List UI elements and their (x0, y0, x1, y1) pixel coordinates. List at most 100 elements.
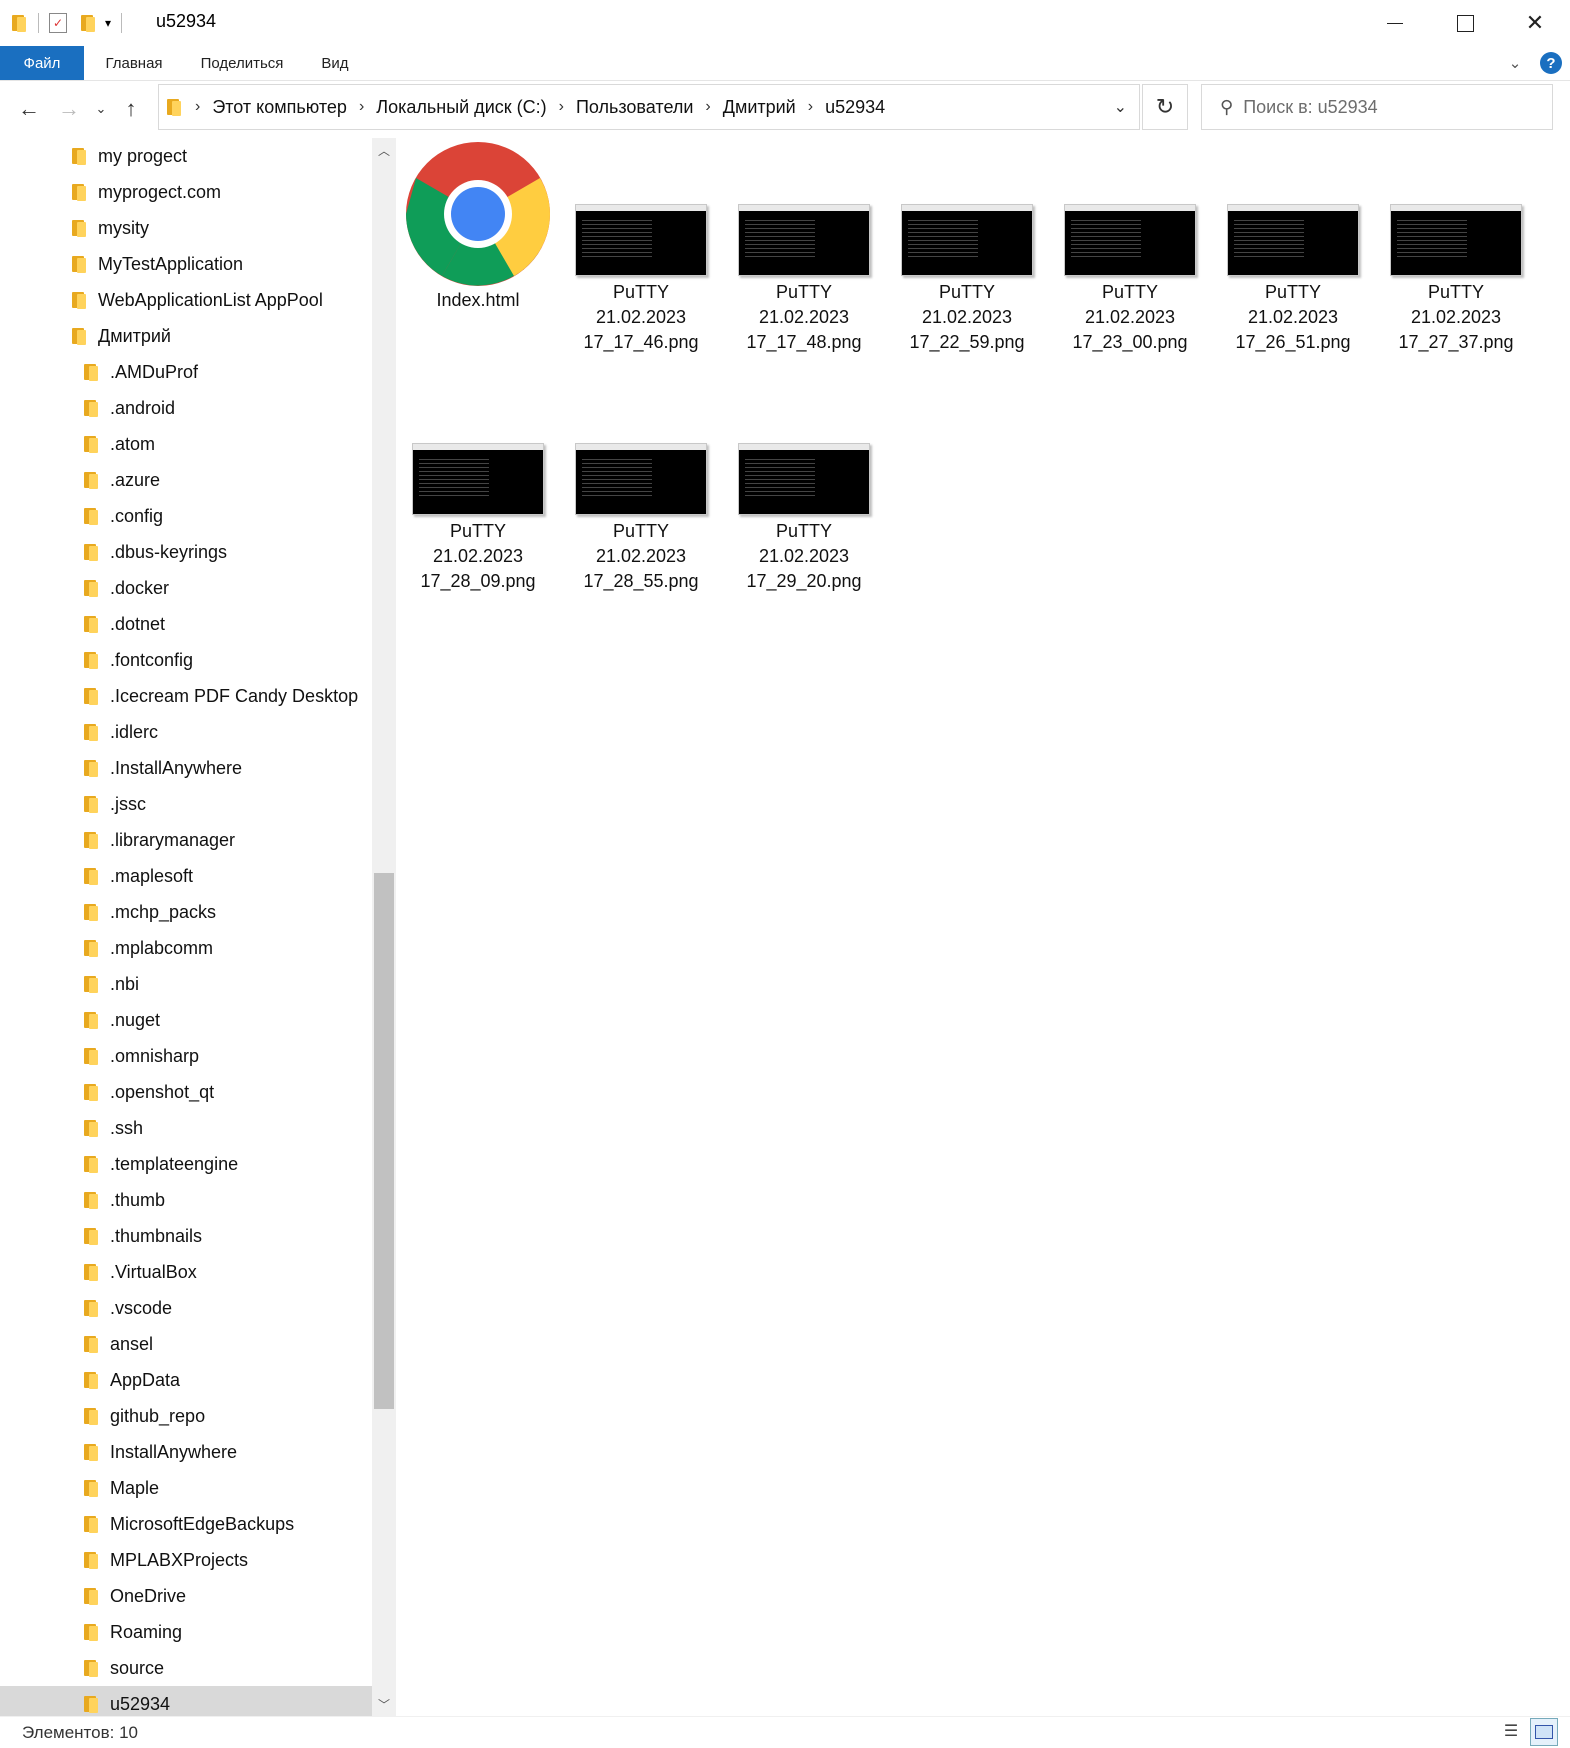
breadcrumb-user[interactable]: Дмитрий (723, 97, 796, 118)
tree-item[interactable]: MyTestApplication (70, 246, 372, 282)
file-item[interactable]: PuTTY 21.02.2023 17_23_00.png (1056, 150, 1204, 355)
tree-item[interactable]: .librarymanager (82, 822, 372, 858)
tree-item[interactable]: .azure (82, 462, 372, 498)
forward-button[interactable]: → (54, 92, 84, 126)
file-item[interactable]: PuTTY 21.02.2023 17_28_55.png (567, 443, 715, 594)
tree-item[interactable]: u52934 (0, 1686, 372, 1716)
chevron-right-icon[interactable]: › (705, 98, 710, 116)
tree-item[interactable]: .fontconfig (82, 642, 372, 678)
chevron-right-icon[interactable]: › (808, 98, 813, 116)
tree-item-label: github_repo (110, 1405, 206, 1426)
tree-item[interactable]: .InstallAnywhere (82, 750, 372, 786)
tree-item[interactable]: .thumbnails (82, 1218, 372, 1254)
breadcrumb-users[interactable]: Пользователи (576, 97, 693, 118)
tree-item[interactable]: .docker (82, 570, 372, 606)
tree-item[interactable]: .dotnet (82, 606, 372, 642)
tree-item[interactable]: .omnisharp (82, 1038, 372, 1074)
file-item[interactable]: PuTTY 21.02.2023 17_26_51.png (1219, 150, 1367, 355)
scroll-up-icon[interactable]: ︿ (372, 138, 396, 162)
file-item[interactable]: PuTTY 21.02.2023 17_28_09.png (404, 443, 552, 594)
close-button[interactable]: ✕ (1500, 0, 1570, 46)
tree-item[interactable]: .nuget (82, 1002, 372, 1038)
recent-locations-button[interactable]: ⌄ (86, 92, 116, 126)
tree-item[interactable]: .vscode (82, 1290, 372, 1326)
tree-item[interactable]: .dbus-keyrings (82, 534, 372, 570)
tree-item[interactable]: .mplabcomm (82, 930, 372, 966)
up-button[interactable]: ↑ (116, 92, 146, 126)
breadcrumb-current[interactable]: u52934 (825, 97, 885, 118)
maximize-button[interactable] (1430, 0, 1500, 46)
scroll-down-icon[interactable]: ﹀ (372, 1692, 396, 1716)
tree-item[interactable]: .android (82, 390, 372, 426)
tree-item[interactable]: .templateengine (82, 1146, 372, 1182)
tree-item[interactable]: .thumb (82, 1182, 372, 1218)
breadcrumb-local-disk[interactable]: Локальный диск (C:) (376, 97, 546, 118)
chevron-down-icon[interactable]: ▾ (105, 16, 111, 30)
details-view-button[interactable]: ☰ (1498, 1718, 1524, 1744)
tree-item[interactable]: MPLABXProjects (82, 1542, 372, 1578)
tree-item[interactable]: Roaming (82, 1614, 372, 1650)
tree-item[interactable]: AppData (82, 1362, 372, 1398)
properties-icon[interactable]: ✓ (49, 13, 67, 33)
tree-item[interactable]: .nbi (82, 966, 372, 1002)
tree-item[interactable]: .ssh (82, 1110, 372, 1146)
file-item[interactable]: Index.html (404, 140, 552, 313)
tree-item[interactable]: my progect (70, 138, 372, 174)
file-item[interactable]: PuTTY 21.02.2023 17_29_20.png (730, 443, 878, 594)
file-item[interactable]: PuTTY 21.02.2023 17_17_46.png (567, 150, 715, 355)
tab-file[interactable]: Файл (0, 46, 84, 80)
chevron-right-icon[interactable]: › (359, 98, 364, 116)
folder-icon (82, 1550, 100, 1570)
help-button[interactable]: ? (1534, 46, 1568, 80)
scrollbar-thumb[interactable] (374, 873, 394, 1409)
file-name: PuTTY (775, 521, 832, 541)
file-item[interactable]: PuTTY 21.02.2023 17_27_37.png (1382, 150, 1530, 355)
refresh-button[interactable]: ↻ (1142, 84, 1188, 130)
tree-item[interactable]: Дмитрий (70, 318, 372, 354)
tree-item[interactable]: source (82, 1650, 372, 1686)
tree-item[interactable]: InstallAnywhere (82, 1434, 372, 1470)
tree-item-label: .templateengine (110, 1153, 239, 1174)
tree-item[interactable]: .openshot_qt (82, 1074, 372, 1110)
nav-scrollbar[interactable]: ︿ ﹀ (372, 138, 396, 1716)
tree-item[interactable]: MicrosoftEdgeBackups (82, 1506, 372, 1542)
tree-item[interactable]: .AMDuProf (82, 354, 372, 390)
tree-item[interactable]: WebApplicationList AppPool (70, 282, 372, 318)
large-icons-view-button[interactable] (1530, 1718, 1558, 1746)
back-button[interactable]: ← (14, 92, 44, 126)
tree-item[interactable]: OneDrive (82, 1578, 372, 1614)
expand-ribbon-icon[interactable]: ⌄ (1500, 46, 1530, 80)
search-input[interactable]: Поиск в: u52934 (1243, 97, 1378, 118)
tree-item[interactable]: ansel (82, 1326, 372, 1362)
breadcrumb-this-pc[interactable]: Этот компьютер (212, 97, 347, 118)
tab-share[interactable]: Поделиться (184, 46, 300, 80)
address-dropdown-icon[interactable]: ⌄ (1114, 97, 1127, 117)
tree-item[interactable]: .VirtualBox (82, 1254, 372, 1290)
folder-icon[interactable] (10, 13, 28, 33)
tree-item[interactable]: .jssc (82, 786, 372, 822)
new-folder-icon[interactable] (79, 13, 97, 33)
tree-item[interactable]: .Icecream PDF Candy Desktop (82, 678, 372, 714)
file-name: 21.02.2023 (921, 307, 1013, 327)
search-box[interactable]: ⚲ Поиск в: u52934 (1201, 84, 1553, 130)
address-bar[interactable]: › Этот компьютер › Локальный диск (C:) ›… (158, 84, 1140, 130)
tree-item-label: .fontconfig (110, 649, 194, 670)
file-item[interactable]: PuTTY 21.02.2023 17_22_59.png (893, 150, 1041, 355)
tree-item[interactable]: mysity (70, 210, 372, 246)
tree-item[interactable]: .config (82, 498, 372, 534)
tree-item[interactable]: Maple (82, 1470, 372, 1506)
tree-item[interactable]: .idlerc (82, 714, 372, 750)
tree-item[interactable]: .maplesoft (82, 858, 372, 894)
tree-item[interactable]: .atom (82, 426, 372, 462)
window-title: u52934 (156, 11, 217, 31)
tree-item[interactable]: .mchp_packs (82, 894, 372, 930)
tab-home[interactable]: Главная (94, 46, 174, 80)
file-name: 21.02.2023 (1247, 307, 1339, 327)
file-item[interactable]: PuTTY 21.02.2023 17_17_48.png (730, 150, 878, 355)
chevron-right-icon[interactable]: › (559, 98, 564, 116)
minimize-button[interactable] (1360, 0, 1430, 46)
folder-icon (70, 290, 88, 310)
tab-view[interactable]: Вид (310, 46, 360, 80)
tree-item[interactable]: myprogect.com (70, 174, 372, 210)
tree-item[interactable]: github_repo (82, 1398, 372, 1434)
